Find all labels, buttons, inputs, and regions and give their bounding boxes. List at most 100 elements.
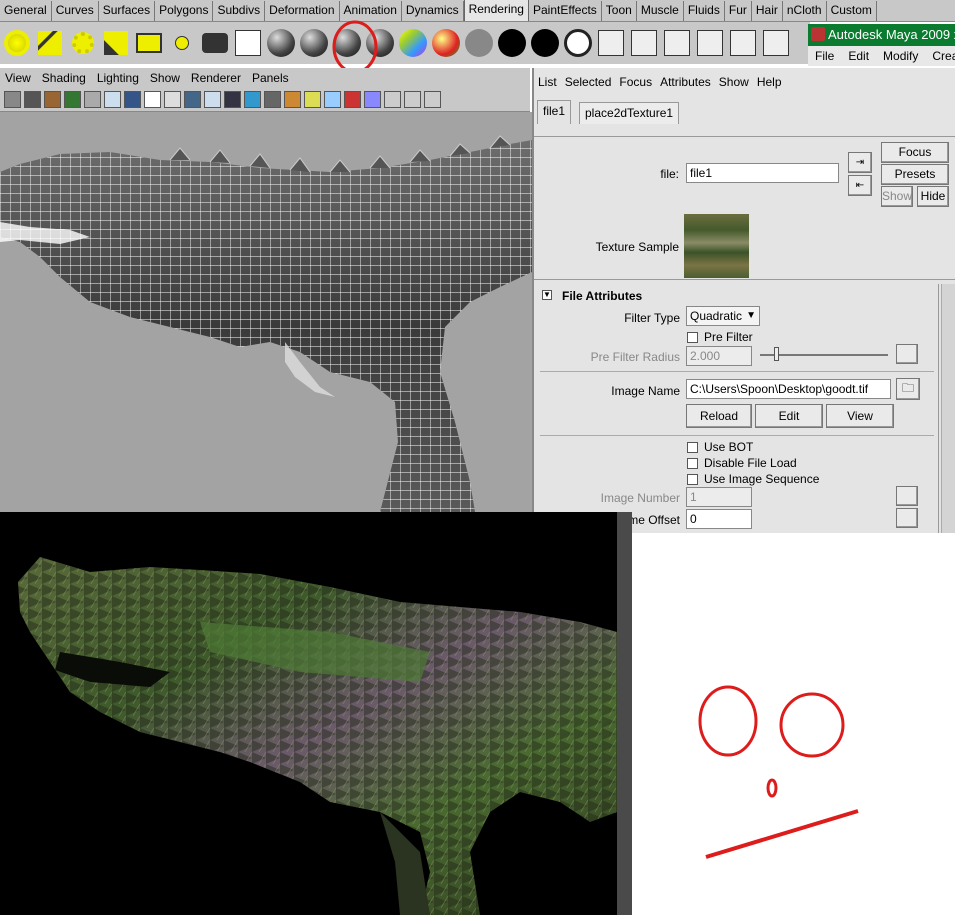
pre-filter-radius-slider[interactable]: [760, 354, 888, 356]
shelf-tab-fluids[interactable]: Fluids: [684, 1, 725, 21]
surface-shader-icon[interactable]: [497, 25, 527, 61]
viewport-tool-icon[interactable]: [4, 91, 21, 108]
ae-menu-list[interactable]: List: [534, 75, 561, 89]
light-point-icon[interactable]: [68, 25, 98, 61]
focus-button[interactable]: Focus: [881, 142, 949, 163]
view-button[interactable]: View: [826, 404, 894, 428]
blinn-sphere-icon[interactable]: [299, 25, 329, 61]
use-bot-checkbox[interactable]: [687, 442, 698, 453]
viewport-tool-icon[interactable]: [244, 91, 261, 108]
viewport-tool-icon[interactable]: [304, 91, 321, 108]
shelf-tab-hair[interactable]: Hair: [752, 1, 783, 21]
viewport-tool-icon[interactable]: [164, 91, 181, 108]
viewport-tool-icon[interactable]: [284, 91, 301, 108]
map-button[interactable]: [896, 344, 918, 364]
image-number-map-button[interactable]: [896, 486, 918, 506]
viewport-menu-show[interactable]: Show: [145, 71, 186, 85]
batch-render-icon[interactable]: [761, 25, 791, 61]
use-background-icon[interactable]: [563, 25, 593, 61]
maya-menu-modify[interactable]: Modify: [876, 49, 925, 63]
light-volume-icon[interactable]: [167, 25, 197, 61]
show-button[interactable]: Show: [881, 186, 913, 207]
viewport-tool-icon[interactable]: [144, 91, 161, 108]
render-layer-icon[interactable]: [233, 25, 263, 61]
maya-menu-file[interactable]: File: [808, 49, 841, 63]
shelf-tab-rendering[interactable]: Rendering: [463, 0, 529, 21]
shelf-tab-curves[interactable]: Curves: [52, 1, 99, 21]
shelf-tab-surfaces[interactable]: Surfaces: [99, 1, 156, 21]
viewport-menu-lighting[interactable]: Lighting: [92, 71, 145, 85]
viewport-tool-icon[interactable]: [64, 91, 81, 108]
hide-button[interactable]: Hide: [917, 186, 949, 207]
ae-menu-focus[interactable]: Focus: [615, 75, 656, 89]
light-sun-icon[interactable]: [2, 25, 32, 61]
viewport-tool-icon[interactable]: [344, 91, 361, 108]
ipr-render-icon[interactable]: [629, 25, 659, 61]
node-name-field[interactable]: file1: [686, 163, 839, 183]
ae-menu-help[interactable]: Help: [753, 75, 786, 89]
pre-filter-radius-field[interactable]: 2.000: [686, 346, 752, 366]
layered-shader-icon[interactable]: [431, 25, 461, 61]
render-settings-icon[interactable]: [662, 25, 692, 61]
shelf-tab-polygons[interactable]: Polygons: [155, 1, 214, 21]
viewport-tool-icon[interactable]: [264, 91, 281, 108]
ae-menu-selected[interactable]: Selected: [561, 75, 616, 89]
ae-menu-attributes[interactable]: Attributes: [656, 75, 715, 89]
tab-file1[interactable]: file1: [537, 100, 572, 124]
viewport-menu-panels[interactable]: Panels: [247, 71, 295, 85]
viewport-menu-renderer[interactable]: Renderer: [186, 71, 247, 85]
presets-button[interactable]: Presets: [881, 164, 949, 185]
viewport-tool-icon[interactable]: [84, 91, 101, 108]
anisotropic-sphere-icon[interactable]: [398, 25, 428, 61]
pre-filter-checkbox[interactable]: [687, 332, 698, 343]
maya-menu-edit[interactable]: Edit: [841, 49, 876, 63]
disable-file-load-checkbox[interactable]: [687, 458, 698, 469]
shelf-tab-toon[interactable]: Toon: [602, 1, 637, 21]
attribute-editor-scrollbar[interactable]: [941, 284, 955, 533]
viewport-tool-icon[interactable]: [204, 91, 221, 108]
viewport-tool-icon[interactable]: [24, 91, 41, 108]
shelf-tab-dynamics[interactable]: Dynamics: [402, 1, 464, 21]
shelf-tab-ncloth[interactable]: nCloth: [783, 1, 827, 21]
shelf-tab-subdivs[interactable]: Subdivs: [213, 1, 266, 21]
slider-handle[interactable]: [774, 347, 779, 361]
viewport-tool-icon[interactable]: [324, 91, 341, 108]
frame-offset-map-button[interactable]: [896, 508, 918, 528]
hypershade-icon[interactable]: [695, 25, 725, 61]
shelf-tab-fur[interactable]: Fur: [725, 1, 752, 21]
copy-tab-button[interactable]: ⇤: [848, 175, 872, 196]
viewport-tool-icon[interactable]: [364, 91, 381, 108]
shelf-tab-custom[interactable]: Custom: [827, 1, 877, 21]
light-area-icon[interactable]: [134, 25, 164, 61]
render-icon[interactable]: [596, 25, 626, 61]
maya-menu-create[interactable]: Create: [925, 49, 955, 63]
viewport-tool-icon[interactable]: [104, 91, 121, 108]
viewport-tool-icon[interactable]: [124, 91, 141, 108]
shelf-tab-painteffects[interactable]: PaintEffects: [529, 1, 602, 21]
viewport-tool-icon[interactable]: [224, 91, 241, 108]
load-attributes-button[interactable]: ⇥: [848, 152, 872, 173]
light-spot-icon[interactable]: [101, 25, 131, 61]
image-name-field[interactable]: C:\Users\Spoon\Desktop\goodt.tif: [686, 379, 891, 399]
render-view-icon[interactable]: [728, 25, 758, 61]
ae-menu-show[interactable]: Show: [715, 75, 753, 89]
frame-offset-field[interactable]: 0: [686, 509, 752, 529]
viewport-menu-shading[interactable]: Shading: [37, 71, 92, 85]
reload-button[interactable]: Reload: [686, 404, 752, 428]
filter-type-dropdown[interactable]: Quadratic ▼: [686, 306, 760, 326]
camera-icon[interactable]: [200, 25, 230, 61]
shelf-tab-muscle[interactable]: Muscle: [637, 1, 684, 21]
viewport-tool-icon[interactable]: [424, 91, 441, 108]
viewport-tool-icon[interactable]: [44, 91, 61, 108]
use-image-sequence-checkbox[interactable]: [687, 474, 698, 485]
viewport-tool-icon[interactable]: [404, 91, 421, 108]
tab-place2dtexture1[interactable]: place2dTexture1: [579, 102, 680, 124]
viewport-panel[interactable]: [0, 112, 532, 512]
folder-browse-icon[interactable]: 🗀: [896, 378, 920, 400]
ramp-shader-icon[interactable]: [464, 25, 494, 61]
viewport-tool-icon[interactable]: [384, 91, 401, 108]
light-directional-icon[interactable]: [35, 25, 65, 61]
shelf-tab-general[interactable]: General: [0, 1, 52, 21]
image-number-field[interactable]: 1: [686, 487, 752, 507]
viewport-menu-view[interactable]: View: [0, 71, 37, 85]
